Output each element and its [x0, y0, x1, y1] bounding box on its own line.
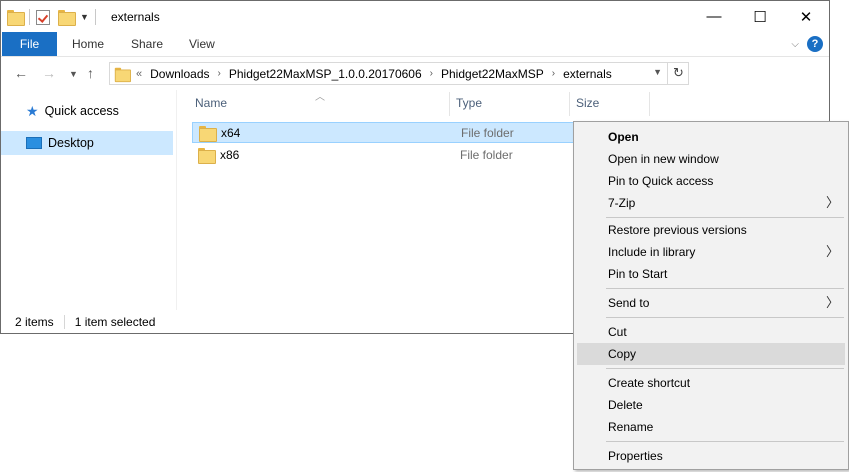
- expand-ribbon-chevron-icon[interactable]: ⌵: [791, 39, 799, 50]
- help-icon[interactable]: ?: [807, 36, 823, 52]
- context-menu: Open Open in new window Pin to Quick acc…: [573, 121, 849, 470]
- menu-item-copy[interactable]: Copy: [577, 343, 845, 365]
- nav-item-label: Desktop: [48, 136, 94, 150]
- breadcrumb-externals[interactable]: externals: [563, 67, 612, 81]
- customize-toolbar-dropdown-icon[interactable]: ▼: [80, 12, 89, 22]
- submenu-arrow-icon: 〉: [825, 195, 839, 210]
- properties-icon[interactable]: [36, 9, 50, 25]
- list-item[interactable]: x64 File folder: [192, 122, 612, 143]
- chevron-right-icon[interactable]: ›: [552, 68, 555, 79]
- folder-icon: [114, 67, 131, 82]
- maximize-button[interactable]: ☐: [737, 1, 783, 32]
- nav-item-label: Quick access: [44, 104, 119, 118]
- chevron-right-icon[interactable]: ›: [218, 68, 221, 79]
- column-header-type[interactable]: Type: [456, 96, 482, 110]
- star-icon: ★: [26, 102, 39, 119]
- breadcrumb-downloads[interactable]: Downloads: [150, 67, 209, 81]
- column-header-name[interactable]: Name: [195, 96, 227, 110]
- quick-access-toolbar: ▼: [7, 7, 102, 27]
- column-header-size[interactable]: Size: [576, 96, 599, 110]
- navigation-bar: ← → ▼ ↑ « Downloads › Phidget22MaxMSP_1.…: [1, 56, 829, 90]
- list-item[interactable]: x86 File folder: [192, 144, 594, 165]
- file-name: x86: [220, 147, 240, 162]
- tab-share[interactable]: Share: [131, 32, 163, 56]
- folder-icon: [198, 147, 216, 164]
- breadcrumb-phidget22maxmsp-version[interactable]: Phidget22MaxMSP_1.0.0.20170606: [229, 67, 422, 81]
- status-divider: [63, 315, 65, 329]
- menu-item-open-in-new-window[interactable]: Open in new window: [577, 148, 845, 170]
- menu-item-7-zip[interactable]: 7-Zip 〉: [577, 192, 845, 214]
- window-title: externals: [111, 10, 160, 24]
- menu-item-pin-to-start[interactable]: Pin to Start: [577, 263, 845, 285]
- toolbar-divider: [29, 9, 30, 25]
- menu-item-open[interactable]: Open: [577, 126, 845, 148]
- menu-item-rename[interactable]: Rename: [577, 416, 845, 438]
- back-arrow-icon[interactable]: ←: [14, 65, 28, 81]
- desktop-icon: [26, 137, 42, 149]
- close-button[interactable]: ✕: [783, 1, 829, 32]
- menu-item-pin-to-quick-access[interactable]: Pin to Quick access: [577, 170, 845, 192]
- menu-separator: [606, 368, 844, 369]
- navigation-pane: ★ Quick access Desktop: [1, 90, 177, 310]
- breadcrumb-phidget22maxmsp[interactable]: Phidget22MaxMSP: [441, 67, 544, 81]
- menu-separator: [606, 441, 844, 442]
- menu-item-restore-previous-versions[interactable]: Restore previous versions: [577, 219, 845, 241]
- forward-arrow-icon[interactable]: →: [42, 65, 56, 81]
- nav-item-quick-access[interactable]: ★ Quick access: [1, 99, 173, 123]
- item-count: 2 items: [15, 315, 54, 329]
- up-arrow-icon[interactable]: ↑: [87, 65, 94, 81]
- folder-icon: [199, 125, 217, 142]
- column-divider[interactable]: [569, 92, 570, 116]
- ribbon-right-controls: ⌵ ?: [791, 36, 823, 52]
- menu-item-properties[interactable]: Properties: [577, 445, 845, 467]
- menu-item-label: Send to: [608, 296, 650, 310]
- file-name: x64: [221, 125, 241, 140]
- menu-item-label: Include in library: [608, 245, 696, 259]
- address-bar[interactable]: « Downloads › Phidget22MaxMSP_1.0.0.2017…: [109, 62, 689, 85]
- menu-item-send-to[interactable]: Send to 〉: [577, 292, 845, 314]
- folder-icon: [7, 10, 25, 26]
- new-folder-icon[interactable]: [58, 10, 76, 26]
- tab-view[interactable]: View: [189, 32, 215, 56]
- selection-count: 1 item selected: [74, 315, 156, 329]
- submenu-arrow-icon: 〉: [825, 295, 839, 310]
- refresh-icon[interactable]: ↻: [667, 62, 689, 85]
- title-bar: ▼ externals — ☐ ✕: [1, 1, 829, 32]
- menu-separator: [606, 317, 844, 318]
- window-controls: — ☐ ✕: [691, 1, 829, 32]
- nav-item-desktop[interactable]: Desktop: [1, 131, 173, 155]
- file-type: File folder: [461, 125, 514, 140]
- address-dropdown-icon[interactable]: ▼: [653, 67, 662, 77]
- recent-locations-chevron-icon[interactable]: ▼: [69, 69, 78, 79]
- column-divider[interactable]: [449, 92, 450, 116]
- submenu-arrow-icon: 〉: [825, 244, 839, 259]
- toolbar-divider: [94, 9, 96, 25]
- menu-item-delete[interactable]: Delete: [577, 394, 845, 416]
- ribbon: File Home Share View ⌵ ?: [1, 32, 829, 56]
- menu-item-create-shortcut[interactable]: Create shortcut: [577, 372, 845, 394]
- menu-item-label: 7-Zip: [608, 196, 636, 210]
- breadcrumb-overflow[interactable]: «: [136, 68, 142, 80]
- menu-separator: [606, 288, 844, 289]
- tab-home[interactable]: Home: [72, 32, 104, 56]
- sort-ascending-icon: ︿: [315, 92, 325, 103]
- column-divider[interactable]: [649, 92, 650, 116]
- menu-separator: [606, 217, 844, 218]
- file-type: File folder: [460, 147, 513, 162]
- menu-item-include-in-library[interactable]: Include in library 〉: [577, 241, 845, 263]
- minimize-button[interactable]: —: [691, 1, 737, 32]
- chevron-right-icon[interactable]: ›: [430, 68, 433, 79]
- tab-file[interactable]: File: [2, 32, 57, 56]
- menu-item-cut[interactable]: Cut: [577, 321, 845, 343]
